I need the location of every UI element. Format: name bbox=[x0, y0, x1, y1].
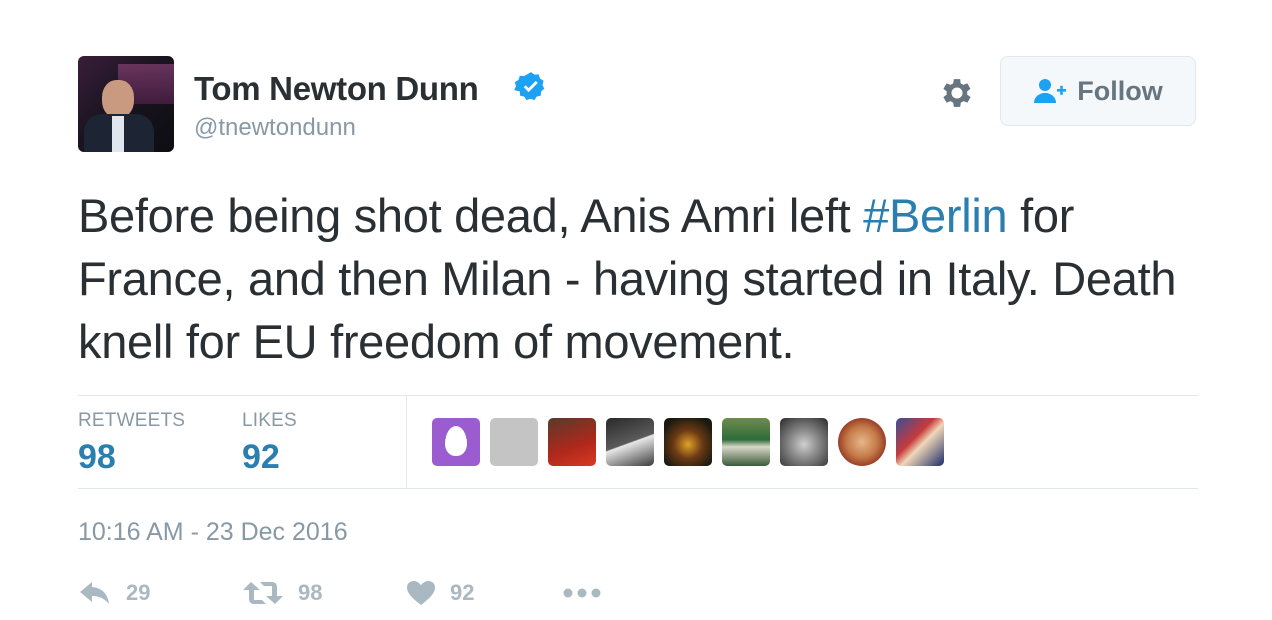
likes-stat[interactable]: LIKES 92 bbox=[242, 410, 297, 477]
liker-avatars bbox=[432, 418, 954, 466]
liker-avatar[interactable] bbox=[896, 418, 944, 466]
retweets-count: 98 bbox=[78, 438, 116, 476]
likes-label: LIKES bbox=[242, 410, 297, 431]
verified-badge-icon bbox=[514, 72, 545, 101]
reply-icon bbox=[80, 582, 109, 604]
liker-avatar[interactable] bbox=[548, 418, 596, 466]
retweet-icon bbox=[243, 582, 283, 604]
retweets-stat[interactable]: RETWEETS 98 bbox=[78, 410, 185, 477]
liker-avatar[interactable] bbox=[780, 418, 828, 466]
liker-avatar[interactable] bbox=[606, 418, 654, 466]
liker-avatar[interactable] bbox=[664, 418, 712, 466]
user-name[interactable]: Tom Newton Dunn bbox=[194, 70, 479, 108]
tweet-text-part: Before being shot dead, Anis Amri left bbox=[78, 189, 864, 242]
retweet-button[interactable]: 98 bbox=[242, 580, 322, 606]
reply-count: 29 bbox=[126, 580, 151, 605]
like-button[interactable]: 92 bbox=[406, 580, 474, 606]
user-avatar[interactable] bbox=[78, 56, 174, 152]
tweet-text: Before being shot dead, Anis Amri left #… bbox=[78, 184, 1218, 373]
more-icon bbox=[563, 588, 601, 598]
follow-button[interactable]: Follow bbox=[1000, 56, 1196, 126]
divider bbox=[78, 488, 1198, 489]
follow-button-label: Follow bbox=[1077, 75, 1163, 106]
tweet-stats: RETWEETS 98 LIKES 92 bbox=[78, 396, 1198, 488]
liker-avatar[interactable] bbox=[838, 418, 886, 466]
tweet-timestamp[interactable]: 10:16 AM - 23 Dec 2016 bbox=[78, 518, 348, 547]
liker-avatar[interactable] bbox=[490, 418, 538, 466]
stats-separator bbox=[406, 396, 407, 488]
hashtag-link[interactable]: #Berlin bbox=[863, 189, 1008, 242]
retweets-label: RETWEETS bbox=[78, 410, 186, 431]
likes-count: 92 bbox=[242, 438, 280, 476]
add-user-icon bbox=[1034, 79, 1067, 103]
retweet-count: 98 bbox=[298, 580, 323, 605]
like-count: 92 bbox=[450, 580, 475, 605]
liker-avatar[interactable] bbox=[432, 418, 480, 466]
more-button[interactable] bbox=[562, 580, 616, 606]
user-handle[interactable]: @tnewtondunn bbox=[194, 114, 356, 142]
reply-button[interactable]: 29 bbox=[78, 580, 150, 606]
heart-icon bbox=[407, 581, 435, 605]
gear-icon[interactable] bbox=[938, 74, 976, 112]
liker-avatar[interactable] bbox=[722, 418, 770, 466]
